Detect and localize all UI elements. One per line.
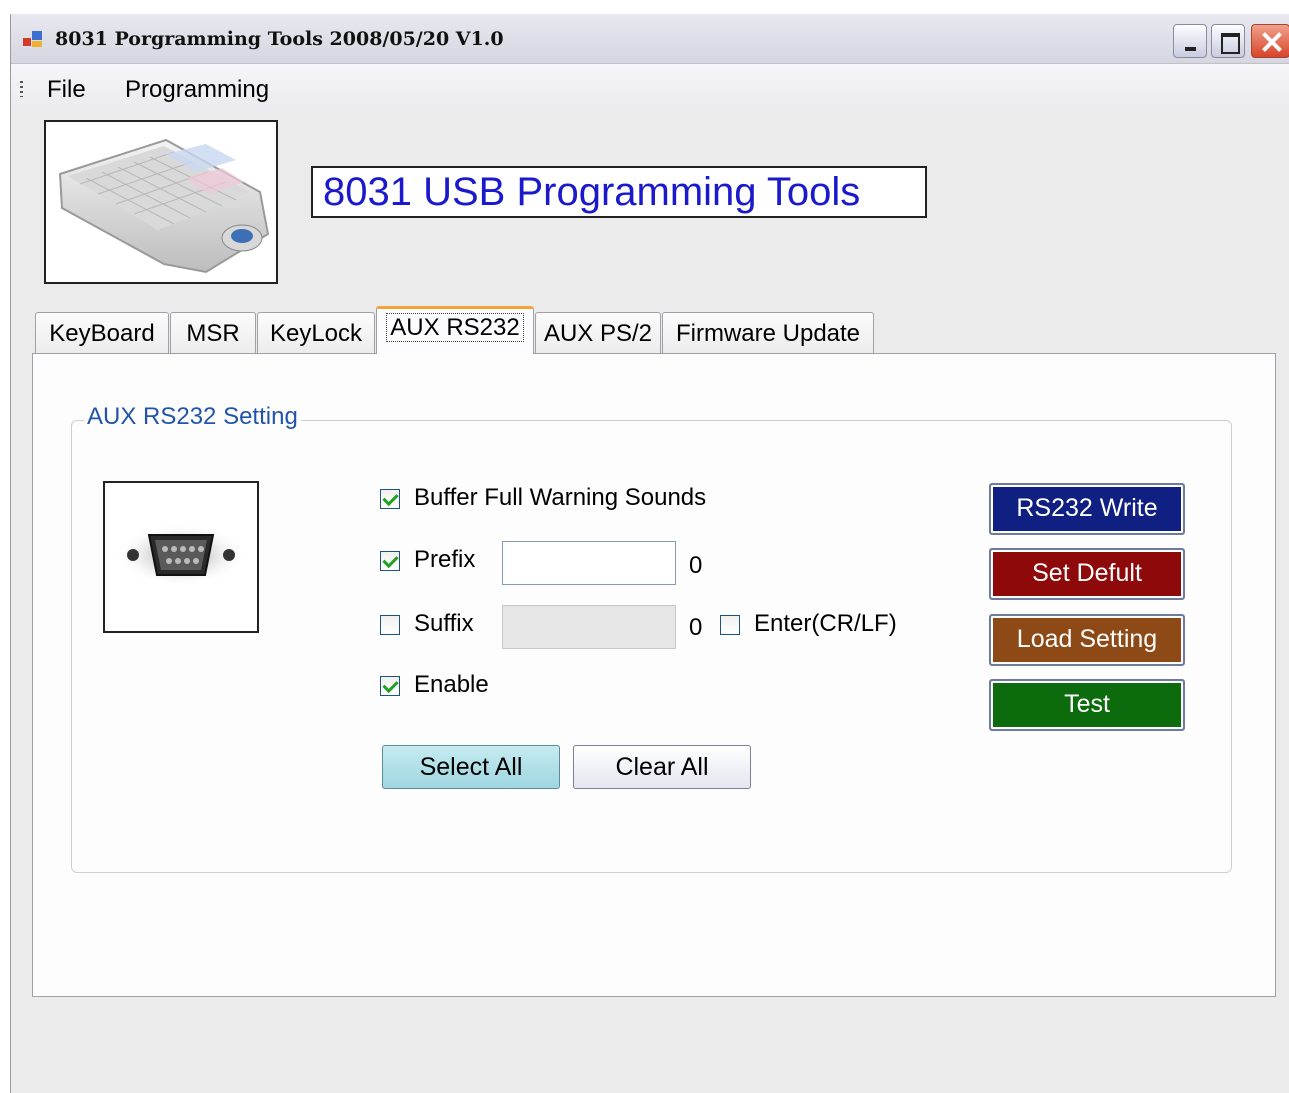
prefix-length: 0 <box>689 552 703 579</box>
group-title: AUX RS232 Setting <box>84 403 301 431</box>
prefix-input[interactable] <box>502 541 676 585</box>
tab-firmware-update[interactable]: Firmware Update <box>662 312 874 353</box>
load-setting-button[interactable]: Load Setting <box>989 614 1185 666</box>
enter-crlf-checkbox[interactable]: Enter(CR/LF) <box>720 609 920 639</box>
suffix-checkbox[interactable]: Suffix <box>380 609 500 639</box>
clear-all-button[interactable]: Clear All <box>573 745 751 789</box>
title-bar[interactable]: 8031 Porgramming Tools 2008/05/20 V1.0 <box>11 14 1289 64</box>
aux-rs232-panel: AUX RS232 Setting Buffer Full Warning So… <box>32 353 1276 997</box>
close-button[interactable] <box>1251 24 1289 58</box>
set-default-button[interactable]: Set Defult <box>989 548 1185 600</box>
main-client-area: 8031 USB Programming Tools KeyBoard MSR … <box>11 112 1289 1093</box>
window-title: 8031 Porgramming Tools 2008/05/20 V1.0 <box>55 28 504 50</box>
tab-keyboard[interactable]: KeyBoard <box>35 312 169 353</box>
maximize-button[interactable] <box>1211 24 1245 58</box>
suffix-input[interactable] <box>502 605 676 649</box>
db9-connector-icon <box>115 523 247 587</box>
keyboard-icon <box>58 138 270 274</box>
menu-grip-icon <box>20 81 23 97</box>
menu-bar: File Programming <box>11 64 1289 112</box>
checkbox-checked-icon[interactable] <box>380 551 400 571</box>
select-all-button[interactable]: Select All <box>382 745 560 789</box>
menu-file[interactable]: File <box>47 76 86 104</box>
enable-checkbox[interactable]: Enable <box>380 670 520 700</box>
buffer-full-warning-checkbox[interactable]: Buffer Full Warning Sounds <box>380 483 800 513</box>
menu-programming[interactable]: Programming <box>125 76 269 104</box>
app-heading: 8031 USB Programming Tools <box>311 166 927 218</box>
checkbox-checked-icon[interactable] <box>380 676 400 696</box>
checkbox-unchecked-icon[interactable] <box>720 615 740 635</box>
checkbox-unchecked-icon[interactable] <box>380 615 400 635</box>
app-window: 8031 Porgramming Tools 2008/05/20 V1.0 F… <box>10 14 1289 1093</box>
checkbox-checked-icon[interactable] <box>380 489 400 509</box>
tab-aux-ps2[interactable]: AUX PS/2 <box>535 312 661 353</box>
keyboard-product-image <box>44 120 278 284</box>
tab-keylock[interactable]: KeyLock <box>257 312 375 353</box>
test-button[interactable]: Test <box>989 679 1185 731</box>
suffix-length: 0 <box>689 614 703 641</box>
prefix-checkbox[interactable]: Prefix <box>380 545 500 575</box>
rs232-write-button[interactable]: RS232 Write <box>989 483 1185 535</box>
minimize-button[interactable] <box>1173 24 1207 58</box>
tab-aux-rs232[interactable]: AUX RS232 <box>376 306 534 354</box>
app-icon <box>23 31 42 47</box>
rs232-port-image <box>103 481 259 633</box>
tab-msr[interactable]: MSR <box>170 312 256 353</box>
aux-rs232-setting-group: AUX RS232 Setting Buffer Full Warning So… <box>71 403 1232 873</box>
